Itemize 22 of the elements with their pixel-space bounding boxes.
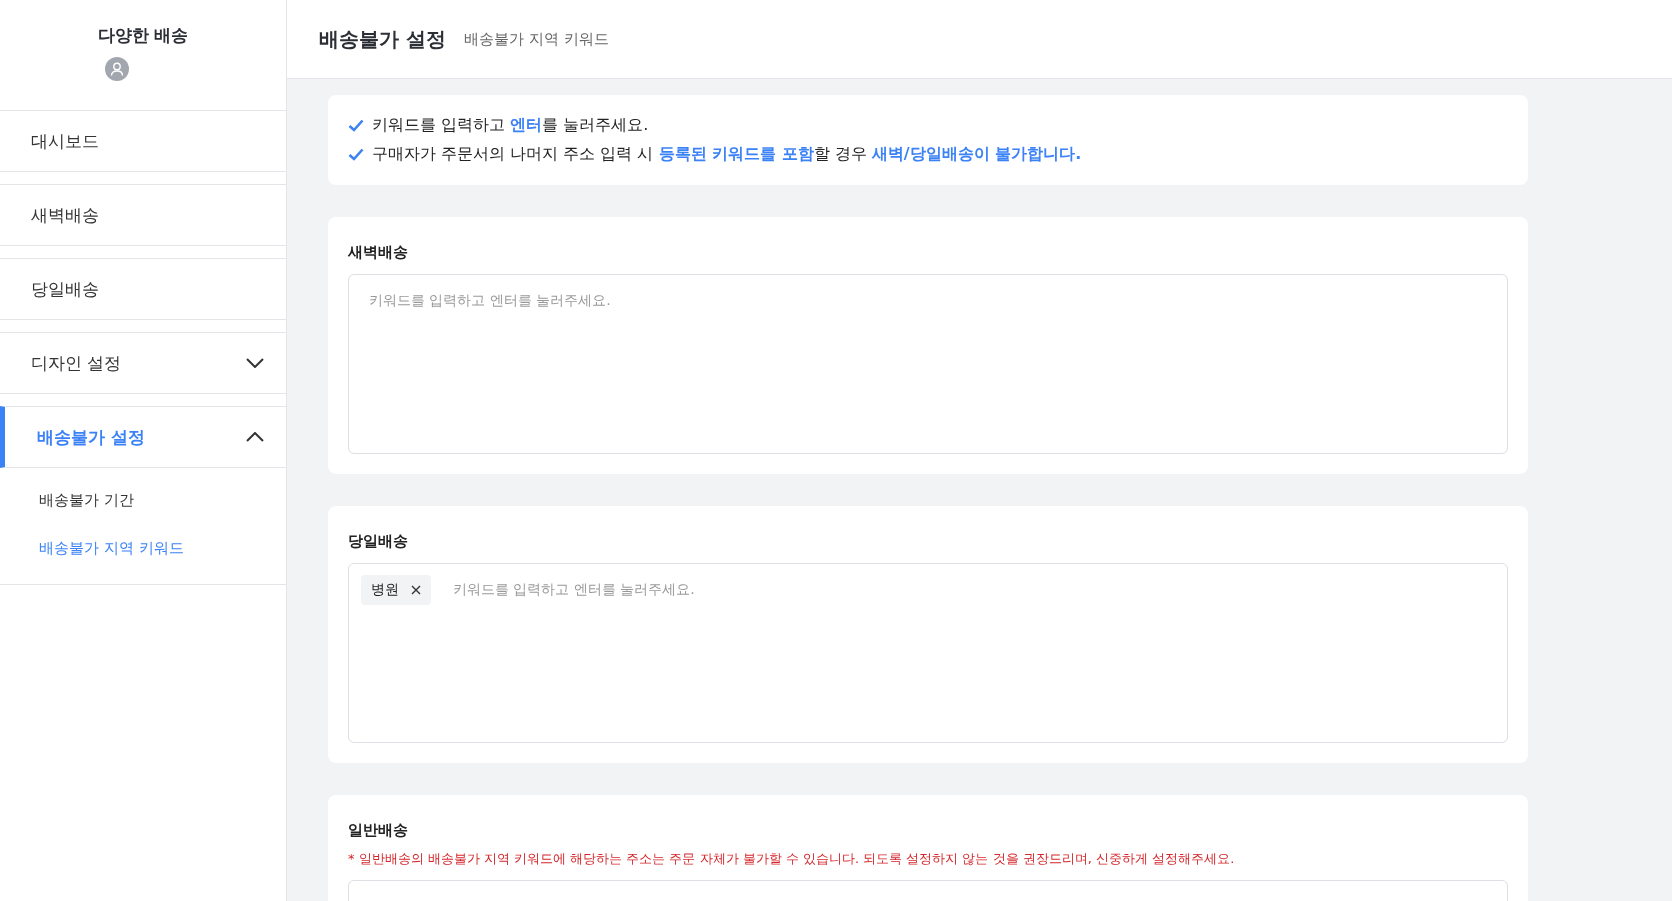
check-icon xyxy=(348,119,364,132)
submenu-item[interactable]: 배송불가 기간 xyxy=(0,476,286,524)
brand-name: 다양한 배송 xyxy=(97,24,189,47)
tag-label: 병원 xyxy=(371,581,399,599)
check-icon xyxy=(348,148,364,161)
sidebar-item[interactable]: 새벽배송 xyxy=(0,184,286,246)
avatar-icon[interactable] xyxy=(105,57,129,81)
tag-input-box[interactable]: 키워드를 입력하고 엔터를 눌러주세요. xyxy=(348,274,1508,454)
page-subtitle: 배송불가 지역 키워드 xyxy=(463,29,609,49)
remove-icon[interactable] xyxy=(411,585,421,595)
page-title: 배송불가 설정 xyxy=(319,25,446,53)
sidebar-item[interactable]: 대시보드 xyxy=(0,111,286,172)
warning-text: * 일반배송의 배송불가 지역 키워드에 해당하는 주소는 주문 자체가 불가할 수 있습니다. 되도록 설정하지 않는 것을 권장드리며, 신중하게 설정해주세요. xyxy=(348,850,1236,868)
submenu-item[interactable]: 배송불가 지역 키워드 xyxy=(0,524,286,572)
section-title: 새벽배송 xyxy=(348,243,409,262)
tag-input-box[interactable]: 병원 키워드를 입력하고 엔터를 눌러주세요. xyxy=(348,563,1508,743)
notice-text: 키워드를 입력하고 엔터를 눌러주세요. xyxy=(372,115,649,136)
notice-text: 구매자가 주문서의 나머지 주소 입력 시 등록된 키워드를 포함할 경우 새벽/당일배송이 불가합니다. xyxy=(372,144,1082,165)
sidebar-item[interactable]: 당일배송 xyxy=(0,258,286,320)
section-title: 당일배송 xyxy=(348,532,409,551)
section-title: 일반배송 xyxy=(348,821,409,840)
sidebar-item[interactable]: 디자인 설정 xyxy=(0,332,286,394)
